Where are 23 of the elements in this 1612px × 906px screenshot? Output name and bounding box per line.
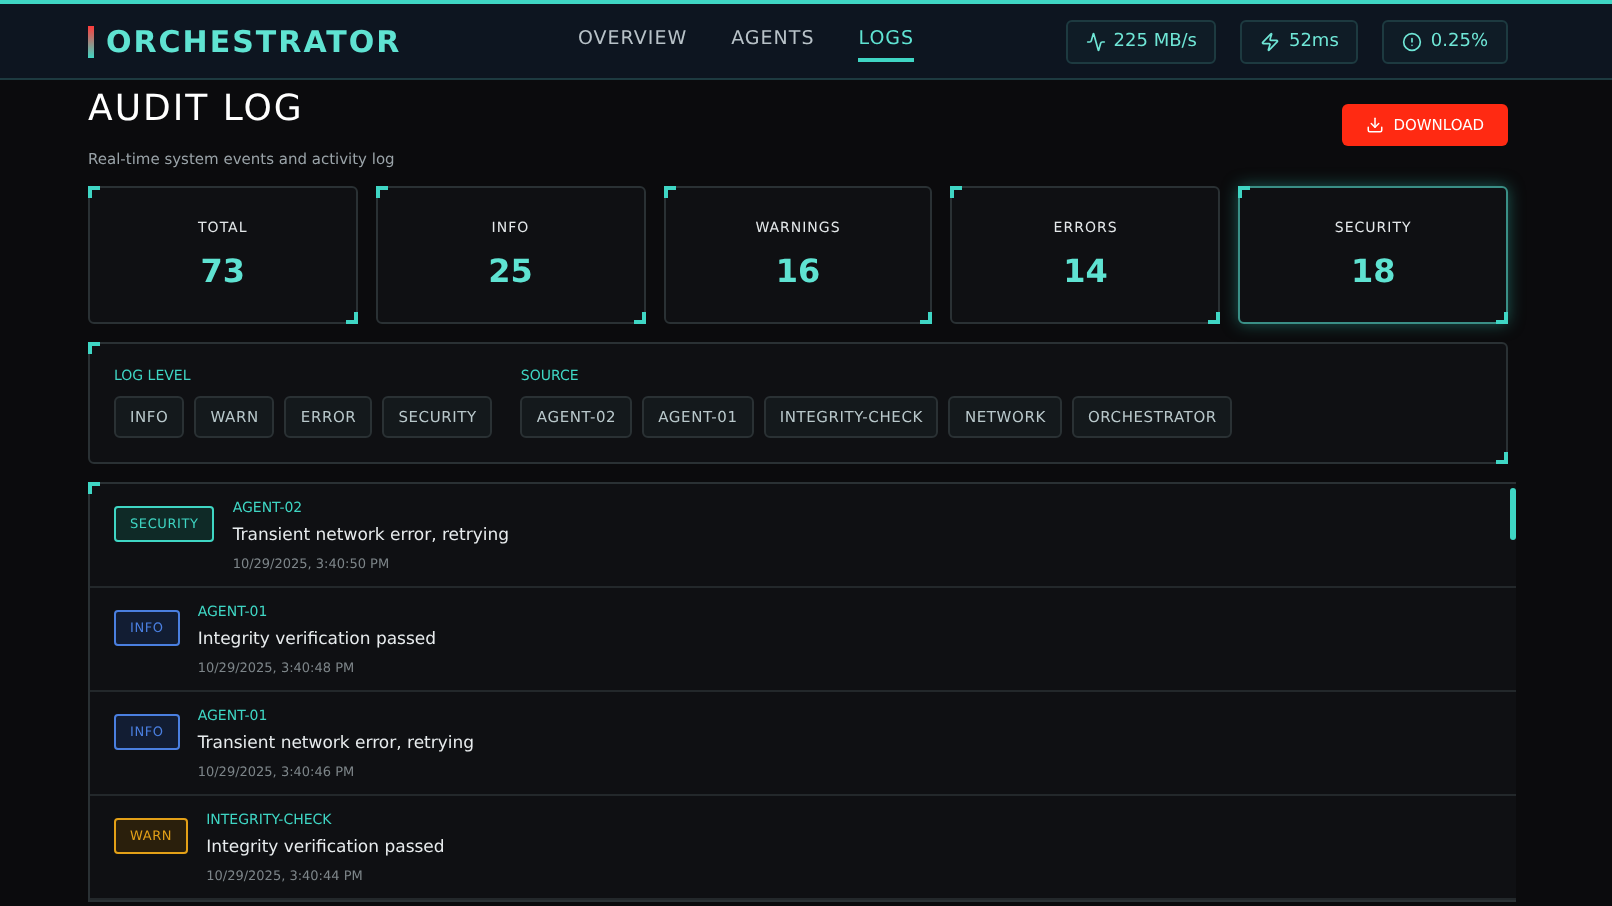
log-message: Integrity verification passed <box>197 630 437 650</box>
page-title: AUDIT LOG <box>88 88 306 130</box>
alert-icon <box>1402 31 1423 51</box>
stat-value: 16 <box>775 252 821 290</box>
log-message: Integrity verification passed <box>206 838 445 858</box>
lightning-icon <box>1260 31 1281 51</box>
nav-tab[interactable]: OVERVIEW <box>578 20 688 62</box>
metric-value: 52ms <box>1288 31 1339 51</box>
stat-value: 14 <box>1063 252 1108 290</box>
brand-name: ORCHESTRATOR <box>106 23 402 59</box>
stat-value: 18 <box>1350 252 1396 290</box>
stat-value: 73 <box>200 252 246 290</box>
scrollbar-thumb[interactable] <box>1510 488 1516 540</box>
stat-value: 25 <box>488 252 533 290</box>
nav-tab[interactable]: AGENTS <box>731 20 815 62</box>
log-message: Transient network error, retrying <box>232 526 510 546</box>
activity-icon <box>1085 31 1106 51</box>
metric-value: 225 MB/s <box>1113 31 1197 51</box>
logo-bar <box>88 25 94 57</box>
download-icon <box>1365 116 1384 134</box>
nav-tab[interactable]: LOGS <box>858 20 915 62</box>
log-message: Transient network error, retrying <box>197 734 475 754</box>
metric-value: 0.25% <box>1430 31 1488 51</box>
